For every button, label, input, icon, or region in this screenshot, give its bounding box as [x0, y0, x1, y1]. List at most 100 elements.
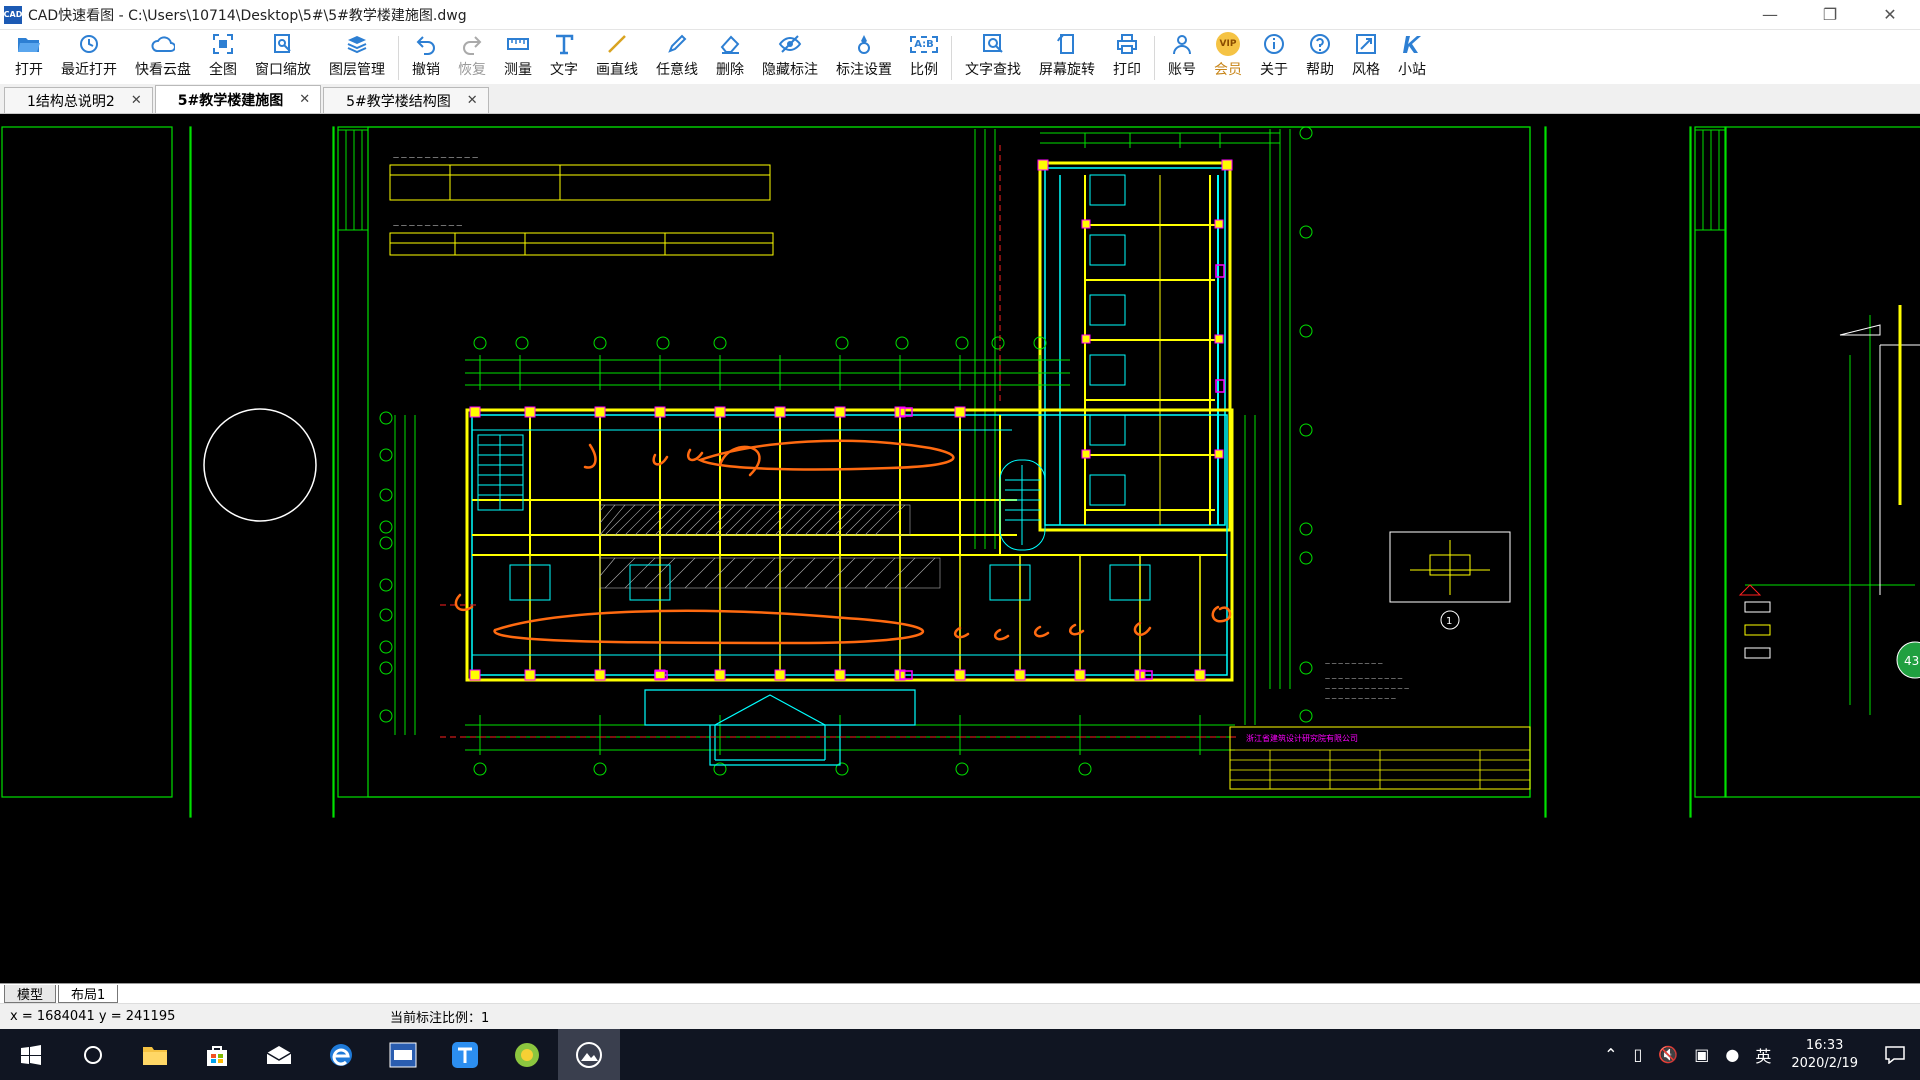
about-button[interactable]: 关于 [1251, 32, 1297, 84]
delete-button[interactable]: 删除 [707, 32, 753, 84]
ime-tool-icon[interactable]: ● [1717, 1045, 1747, 1064]
window-title: CAD快速看图 - C:\Users\10714\Desktop\5#\5#教学… [28, 7, 467, 24]
close-icon[interactable]: ✕ [467, 93, 478, 108]
taskbar-t-app[interactable] [434, 1029, 496, 1080]
detail-box [1389, 531, 1511, 630]
restore-icon: ❐ [1822, 5, 1838, 24]
status-bar: x = 1684041 y = 241195 当前标注比例：1 [0, 1003, 1920, 1029]
mail-icon [266, 1045, 292, 1064]
cad-drawing: — — — — — — — — — — — — — — — — — — — — [1, 126, 1920, 818]
notification-icon [1885, 1045, 1905, 1064]
toolbar-divider [398, 36, 399, 80]
taskbar-cad-viewer[interactable] [558, 1029, 620, 1080]
battery-icon[interactable]: ▯ [1625, 1045, 1650, 1064]
tab-layout1[interactable]: 布局1 [58, 984, 119, 1003]
taskbar-clock[interactable]: 16:33 2020/2/19 [1779, 1037, 1870, 1073]
station-icon [1400, 32, 1424, 56]
line-icon [605, 32, 629, 56]
text-search-button[interactable]: 文字查找 [956, 32, 1030, 84]
eye-hidden-icon [778, 32, 802, 56]
minimize-button[interactable]: — [1740, 0, 1800, 30]
right-sheet [1738, 305, 1920, 715]
start-button[interactable] [0, 1029, 62, 1080]
toolbar-divider [951, 36, 952, 80]
vip-icon: VIP [1216, 32, 1240, 56]
print-button[interactable]: 打印 [1104, 32, 1150, 84]
cad-viewer-icon [576, 1041, 602, 1068]
info-icon [1262, 32, 1286, 56]
minimize-icon: — [1762, 5, 1778, 24]
mini-station-button[interactable]: 小站 [1389, 32, 1435, 84]
draw-line-button[interactable]: 画直线 [587, 32, 647, 84]
taskbar-store[interactable] [186, 1029, 248, 1080]
style-button[interactable]: 风格 [1343, 32, 1389, 84]
taskbar-ring-app[interactable] [496, 1029, 558, 1080]
freehand-line-button[interactable]: 任意线 [647, 32, 707, 84]
tray-expand-icon[interactable]: ⌃ [1596, 1045, 1625, 1064]
window-zoom-icon [271, 32, 295, 56]
text-button[interactable]: 文字 [541, 32, 587, 84]
scale-icon: A:B [910, 32, 938, 56]
help-icon [1308, 32, 1332, 56]
style-icon [1354, 32, 1378, 56]
measure-button[interactable]: 测量 [495, 32, 541, 84]
search-button[interactable] [62, 1029, 124, 1080]
svg-text:— — — — — — — — — — —: — — — — — — — — — — — [1325, 696, 1396, 702]
app-logo-icon: CAD [4, 5, 22, 24]
taskbar-cad-app[interactable] [372, 1029, 434, 1080]
recent-open-button[interactable]: 最近打开 [52, 32, 126, 84]
search-circle-icon [84, 1045, 102, 1064]
close-window-button[interactable]: ✕ [1860, 0, 1920, 30]
store-bag-icon [207, 1045, 227, 1066]
undo-icon [414, 32, 438, 56]
rotate-screen-icon [1055, 32, 1079, 56]
undo-button[interactable]: 撤销 [403, 32, 449, 84]
tab-model[interactable]: 模型 [4, 984, 57, 1003]
close-icon[interactable]: ✕ [131, 93, 142, 108]
printer-icon [1115, 32, 1139, 56]
folder-open-icon [17, 32, 41, 56]
svg-text:— — — — — — — — —: — — — — — — — — — [1325, 661, 1383, 667]
ime-language-indicator[interactable]: 英 [1747, 1043, 1779, 1067]
cloud-icon [151, 32, 175, 56]
windows-logo-icon [21, 1044, 41, 1065]
window-zoom-button[interactable]: 窗口缩放 [246, 32, 320, 84]
windows-taskbar: ⌃ ▯ 🔇 ▣ ● 英 16:33 2020/2/19 [0, 1029, 1920, 1080]
svg-text:— — — — — — — — — — —: — — — — — — — — — — — [393, 154, 478, 161]
account-button[interactable]: 账号 [1159, 32, 1205, 84]
annotation-settings-button[interactable]: 标注设置 [827, 32, 901, 84]
tab-structure-notes[interactable]: 1结构总说明2 ✕ [4, 87, 153, 113]
title-bar: CAD CAD快速看图 - C:\Users\10714\Desktop\5#\… [0, 0, 1920, 30]
fit-all-button[interactable]: 全图 [200, 32, 246, 84]
scale-button[interactable]: A:B 比例 [901, 32, 947, 84]
taskbar-edge[interactable] [310, 1029, 372, 1080]
open-button[interactable]: 打开 [6, 32, 52, 84]
text-icon [552, 32, 576, 56]
annotation-scale-status: 当前标注比例：1 [390, 1011, 490, 1026]
redo-icon [460, 32, 484, 56]
redo-button[interactable]: 恢复 [449, 32, 495, 84]
annotation-settings-icon [852, 32, 876, 56]
network-icon[interactable]: ▣ [1686, 1045, 1717, 1064]
taskbar-mail[interactable] [248, 1029, 310, 1080]
volume-muted-icon[interactable]: 🔇 [1650, 1045, 1686, 1064]
restore-button[interactable]: ❐ [1800, 0, 1860, 30]
close-icon: ✕ [1883, 5, 1897, 24]
drawing-canvas[interactable]: — — — — — — — — — — — — — — — — — — — — [0, 115, 1920, 983]
vip-member-button[interactable]: VIP 会员 [1205, 32, 1251, 84]
notification-center-button[interactable] [1870, 1045, 1920, 1064]
close-icon[interactable]: ✕ [299, 92, 310, 107]
rotate-screen-button[interactable]: 屏幕旋转 [1030, 32, 1104, 84]
measure-icon [506, 32, 530, 56]
tab-architecture-drawing[interactable]: 5#教学楼建施图 ✕ [154, 85, 322, 113]
layout-tab-bar: 模型 布局1 [0, 983, 1920, 1003]
cloud-disk-button[interactable]: 快看云盘 [126, 32, 200, 84]
layer-manager-button[interactable]: 图层管理 [320, 32, 394, 84]
tab-structure-drawing[interactable]: 5#教学楼结构图 ✕ [323, 87, 489, 113]
svg-text:— — — — — — — — —: — — — — — — — — — [393, 222, 462, 229]
help-button[interactable]: 帮助 [1297, 32, 1343, 84]
company-name: 浙江省建筑设计研究院有限公司 [1246, 733, 1358, 743]
hide-annotation-button[interactable]: 隐藏标注 [753, 32, 827, 84]
taskbar-file-explorer[interactable] [124, 1029, 186, 1080]
layers-icon [345, 32, 369, 56]
